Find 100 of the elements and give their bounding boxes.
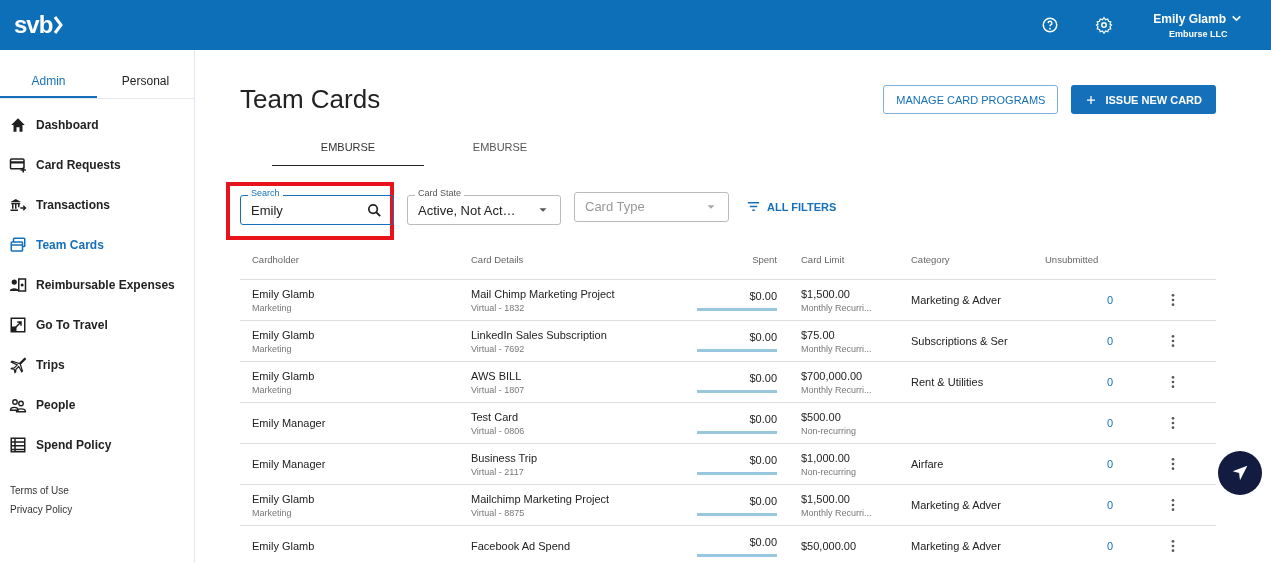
department-label: Marketing (252, 507, 293, 518)
card-name[interactable]: Test Card (471, 410, 671, 423)
unsubmitted-count[interactable]: 0 (1106, 335, 1113, 347)
card-number: Virtual - 8875 (471, 507, 526, 518)
card-name[interactable]: LinkedIn Sales Subscription (471, 328, 671, 341)
settings-icon (1095, 16, 1114, 34)
card-limit: $500.00 (801, 410, 842, 423)
nav-item[interactable]: Dashboard (0, 105, 194, 145)
nav-item[interactable]: Spend Policy (0, 425, 194, 465)
unsubmitted-count[interactable]: 0 (1106, 417, 1113, 429)
spent-amount: $0.00 (749, 289, 777, 302)
card-limit: $1,000.00 (801, 451, 851, 464)
nav-item[interactable]: Card Requests (0, 145, 194, 185)
home-icon (9, 116, 27, 134)
spent-amount: $0.00 (749, 535, 777, 548)
spent-amount: $0.00 (749, 412, 777, 425)
category-label: Marketing & Adver (911, 499, 1001, 511)
limit-frequency: Monthly Recurri... (801, 343, 873, 354)
unsubmitted-count[interactable]: 0 (1106, 376, 1113, 388)
cardholder-name: Emily Glamb (252, 540, 316, 552)
card-number: Virtual - 1832 (471, 302, 526, 313)
nav-item[interactable]: Reimbursable Expenses (0, 265, 194, 305)
column-header: Card Details (459, 239, 683, 280)
card-number: Virtual - 1807 (471, 384, 526, 395)
page-title: Team Cards (240, 84, 382, 115)
unsubmitted-count[interactable]: 0 (1106, 540, 1113, 552)
cards-icon (9, 236, 27, 254)
people-icon (9, 396, 27, 414)
cardholder-name: Emily Manager (252, 417, 327, 429)
footer-link[interactable]: Privacy Policy (10, 504, 194, 515)
nav-item[interactable]: People (0, 385, 194, 425)
card-limit: $75.00 (801, 328, 836, 341)
column-header: Unsubmitted (1033, 239, 1125, 280)
help-icon (1041, 16, 1060, 34)
footer-link[interactable]: Terms of Use (10, 485, 194, 496)
unsubmitted-count[interactable]: 0 (1106, 458, 1113, 470)
bank-arrows-icon (9, 196, 27, 214)
organization-name: Emburse LLC (1168, 28, 1228, 39)
user-name[interactable]: Emily Glamb (1153, 11, 1226, 26)
cardholder-name: Emily Glamb (252, 328, 316, 341)
airplane-icon (9, 356, 27, 374)
chat-button[interactable] (1218, 451, 1262, 495)
nav-item[interactable]: Transactions (0, 185, 194, 225)
card-limit: $1,500.00 (801, 287, 851, 300)
card-number: Virtual - 7692 (471, 343, 526, 354)
limit-frequency: Monthly Recurri... (801, 302, 873, 313)
sidebar-tab[interactable]: Personal (97, 72, 194, 98)
filter-icon (746, 199, 761, 214)
program-tab[interactable]: EMBURSE (272, 141, 424, 166)
card-name[interactable]: Facebook Ad Spend (471, 540, 671, 552)
card-number: Virtual - 2117 (471, 466, 525, 477)
category-label: Airfare (911, 458, 944, 470)
brand-logo[interactable]: svb (14, 11, 64, 39)
card-name[interactable]: Mailchimp Marketing Project (471, 492, 671, 505)
card-name[interactable]: AWS BILL (471, 369, 671, 382)
nav-item[interactable]: Team Cards (0, 225, 194, 265)
all-filters-button[interactable]: ALL FILTERS (746, 199, 837, 214)
card-limit: $1,500.00 (801, 492, 851, 505)
sidebar-tab[interactable]: Admin (0, 72, 97, 98)
column-header: Spent (683, 239, 789, 280)
search-icon (366, 201, 383, 219)
manage-card-programs-button[interactable]: MANAGE CARD PROGRAMS (883, 85, 1059, 114)
limit-frequency: Monthly Recurri... (801, 507, 873, 518)
limit-frequency: Monthly Recurri... (801, 384, 873, 395)
card-limit: $50,000.00 (801, 540, 858, 552)
unsubmitted-count[interactable]: 0 (1106, 294, 1113, 306)
cardholder-name: Emily Glamb (252, 287, 316, 300)
card-plus-icon (9, 156, 27, 174)
unsubmitted-count[interactable]: 0 (1106, 499, 1113, 511)
external-link-icon (9, 316, 27, 334)
cardholder-name: Emily Manager (252, 458, 327, 470)
person-receipt-icon (9, 276, 27, 294)
cardholder-name: Emily Glamb (252, 369, 316, 382)
limit-frequency: Non-recurring (801, 425, 858, 436)
department-label: Marketing (252, 343, 293, 354)
category-label: Marketing & Adver (911, 294, 1001, 306)
spent-amount: $0.00 (749, 494, 777, 507)
card-name[interactable]: Business Trip (471, 451, 671, 464)
issue-new-card-button[interactable]: ISSUE NEW CARD (1071, 85, 1216, 114)
department-label: Marketing (252, 384, 293, 395)
card-number: Virtual - 0806 (471, 425, 526, 436)
spent-amount: $0.00 (749, 330, 777, 343)
program-tab[interactable]: EMBURSE (424, 141, 576, 166)
spent-amount: $0.00 (749, 453, 777, 466)
category-label: Subscriptions & Ser (911, 335, 1008, 347)
column-header: Category (899, 239, 1033, 280)
category-label: Rent & Utilities (911, 376, 984, 388)
category-label: Marketing & Adver (911, 540, 1001, 552)
card-name[interactable]: Mail Chimp Marketing Project (471, 287, 671, 300)
nav-item[interactable]: Go To Travel (0, 305, 194, 345)
plus-icon (1085, 93, 1098, 106)
department-label: Marketing (252, 302, 293, 313)
list-icon (9, 436, 27, 454)
column-header: Cardholder (240, 239, 459, 280)
card-limit: $700,000.00 (801, 369, 864, 382)
nav-item[interactable]: Trips (0, 345, 194, 385)
cardholder-name: Emily Glamb (252, 492, 316, 505)
column-header: Card Limit (789, 239, 899, 280)
spent-amount: $0.00 (749, 371, 777, 384)
limit-frequency: Non-recurring (801, 466, 858, 477)
